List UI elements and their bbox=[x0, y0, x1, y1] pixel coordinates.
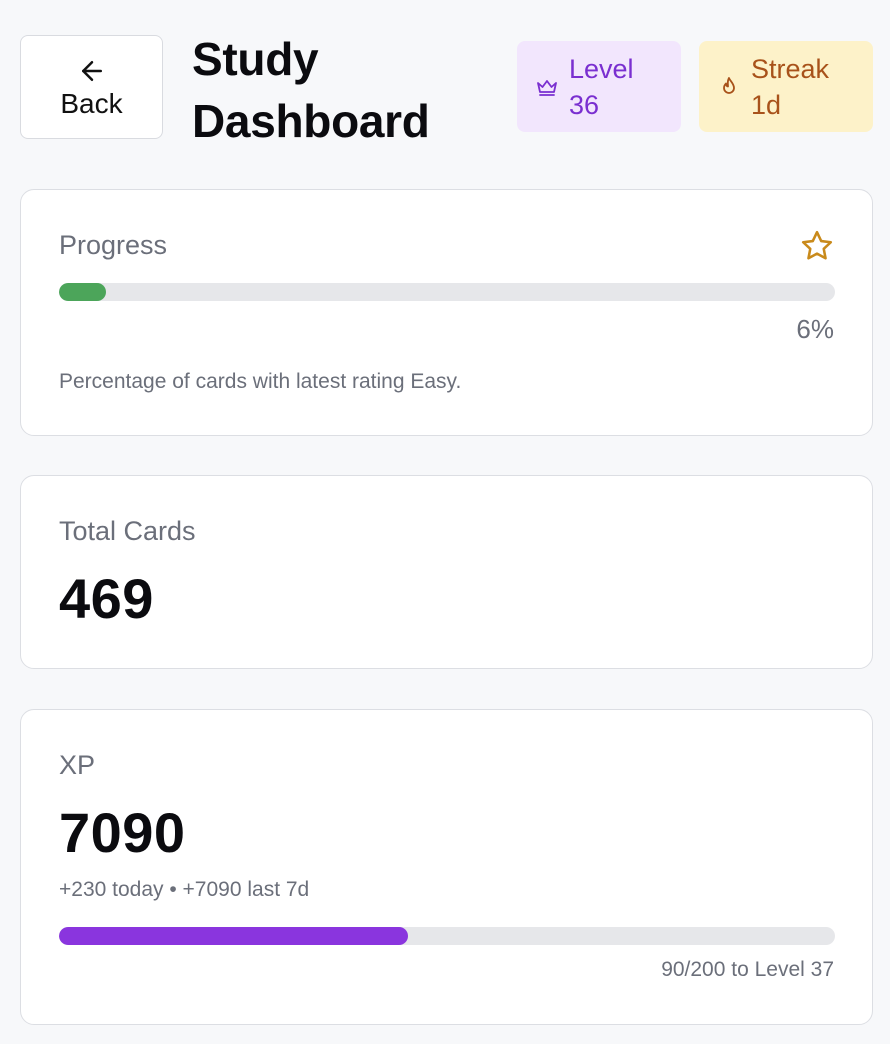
star-icon bbox=[801, 230, 833, 260]
streak-badge: Streak 1d bbox=[699, 41, 873, 132]
page-title: Study Dashboard bbox=[192, 28, 492, 152]
study-dashboard-page: Back Study Dashboard Level 36 Streak 1d … bbox=[0, 0, 890, 1044]
back-button[interactable]: Back bbox=[20, 35, 163, 139]
flame-icon bbox=[723, 76, 735, 94]
xp-level-bar-fill bbox=[59, 927, 409, 945]
progress-card: Progress 6% Percentage of cards with lat… bbox=[20, 189, 873, 436]
level-badge-value: 36 bbox=[569, 89, 600, 120]
crown-icon bbox=[537, 79, 557, 96]
progress-bar-fill bbox=[59, 283, 106, 301]
progress-description: Percentage of cards with latest rating E… bbox=[59, 370, 462, 393]
page-title-line1: Study bbox=[192, 33, 319, 85]
xp-subtitle: +230 today • +7090 last 7d bbox=[59, 878, 310, 901]
xp-card: XP 7090 +230 today • +7090 last 7d 90/20… bbox=[20, 709, 873, 1025]
streak-badge-label: Streak bbox=[751, 53, 830, 84]
back-button-label: Back bbox=[60, 88, 123, 119]
progress-bar bbox=[59, 283, 835, 301]
xp-level-progress-text: 90/200 to Level 37 bbox=[661, 958, 834, 981]
progress-label: Progress bbox=[59, 230, 168, 260]
xp-value: 7090 bbox=[59, 801, 186, 864]
streak-badge-value: 1d bbox=[751, 89, 782, 120]
arrow-left-icon bbox=[81, 61, 102, 81]
total-cards-label: Total Cards bbox=[59, 516, 196, 546]
level-badge-label: Level bbox=[569, 53, 634, 84]
total-cards-card: Total Cards 469 bbox=[20, 475, 873, 669]
xp-label: XP bbox=[59, 750, 96, 780]
xp-level-bar bbox=[59, 927, 835, 945]
level-badge: Level 36 bbox=[517, 41, 681, 132]
page-title-line2: Dashboard bbox=[192, 95, 430, 147]
progress-percent: 6% bbox=[796, 314, 834, 344]
total-cards-value: 469 bbox=[59, 567, 154, 630]
